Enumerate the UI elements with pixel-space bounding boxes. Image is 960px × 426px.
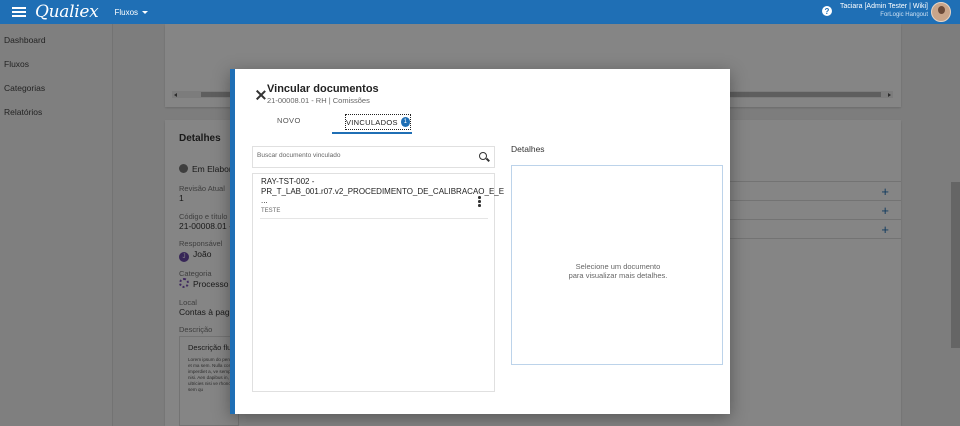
details-label: Detalhes — [511, 144, 545, 154]
link-documents-dialog: Vincular documentos 21-00008.01 - RH | C… — [230, 69, 730, 414]
app-logo[interactable]: Qualiex — [35, 2, 99, 22]
search-input[interactable] — [257, 152, 457, 159]
empty-state-message: Selecione um documento para visualizar m… — [512, 262, 724, 280]
avatar[interactable] — [931, 2, 951, 22]
help-icon[interactable]: ? — [822, 6, 832, 16]
user-company: ForLogic Hangout — [880, 12, 928, 18]
chevron-down-icon — [142, 10, 149, 14]
close-icon[interactable] — [256, 90, 266, 100]
search-field — [252, 146, 495, 168]
list-item[interactable]: RAY-TST-002 - PR_T_LAB_001.r07.v2_PROCED… — [260, 177, 505, 219]
dialog-subtitle: 21-00008.01 - RH | Comissões — [267, 96, 370, 105]
top-bar: Qualiex Fluxos ? Taciara [Admin Tester |… — [0, 0, 960, 24]
tab-vinculados[interactable]: VINCULADOS 1 — [345, 114, 411, 130]
document-title: RAY-TST-002 - PR_T_LAB_001.r07.v2_PROCED… — [261, 177, 505, 205]
hamburger-menu-icon[interactable] — [12, 7, 26, 17]
user-name: Taciara [Admin Tester | Wiki] — [839, 3, 928, 10]
tab-novo[interactable]: NOVO — [277, 116, 301, 125]
empty-state-line-2: para visualizar mais detalhes. — [568, 271, 668, 280]
more-options-icon[interactable] — [478, 196, 481, 207]
nav-fluxos-dropdown[interactable]: Fluxos — [114, 7, 149, 17]
count-badge: 1 — [400, 117, 410, 127]
tab-vinculados-label: VINCULADOS — [346, 117, 398, 127]
document-tag: TESTE — [261, 208, 281, 214]
user-info[interactable]: Taciara [Admin Tester | Wiki] ForLogic H… — [840, 3, 928, 19]
active-tab-indicator — [332, 132, 412, 134]
details-panel: Selecione um documento para visualizar m… — [511, 165, 723, 365]
empty-state-line-1: Selecione um documento — [575, 262, 661, 271]
linked-documents-list: RAY-TST-002 - PR_T_LAB_001.r07.v2_PROCED… — [252, 173, 505, 392]
nav-fluxos-label: Fluxos — [114, 7, 139, 17]
dialog-title: Vincular documentos — [267, 83, 379, 95]
search-icon[interactable] — [479, 152, 487, 160]
